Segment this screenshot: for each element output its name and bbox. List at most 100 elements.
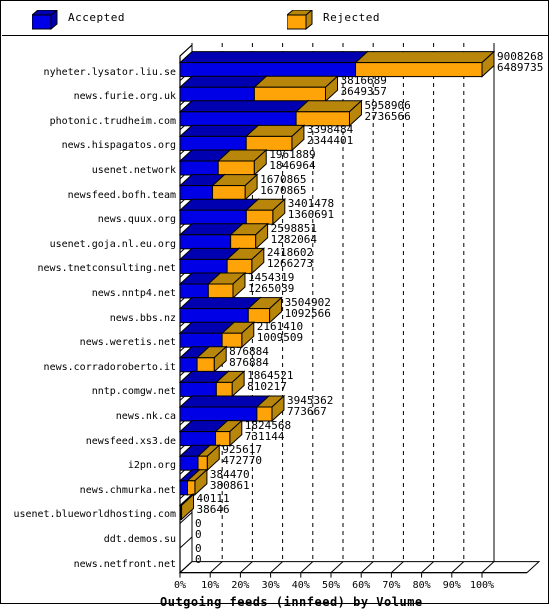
y-axis-label: newsfeed.xs3.de xyxy=(85,435,176,447)
bar-rejected-13-front xyxy=(215,381,233,397)
bar-accepted-2-front xyxy=(179,111,297,127)
value-rejected: 1265039 xyxy=(247,282,295,295)
value-rejected: 773667 xyxy=(286,405,327,418)
x-axis-title: Outgoing feeds (innfeed) by Volume xyxy=(160,594,423,609)
bar-value-label: 1961889 1846964 xyxy=(269,149,315,171)
bar-accepted-3-front xyxy=(179,135,247,151)
y-axis-label: i2pn.org xyxy=(127,460,176,472)
bar-accepted-7-front xyxy=(179,234,232,250)
bar-accepted-16-front xyxy=(179,455,199,471)
bar-rejected-0-top xyxy=(354,51,496,64)
bar-rejected-6-front xyxy=(245,209,274,225)
bar-value-label: 1454319 1265039 xyxy=(248,272,294,294)
value-rejected: 472770 xyxy=(222,454,262,468)
bar-rejected-1-top xyxy=(253,75,339,88)
value-rejected: 876884 xyxy=(229,355,269,369)
y-axis-label: news.corradoroberto.it xyxy=(43,361,176,373)
bar-value-label: 925617 472770 xyxy=(222,444,262,466)
bar-accepted-6-front xyxy=(179,209,247,225)
y-axis-label: news.bbs.nz xyxy=(109,312,176,324)
bar-value-label: 1864521 810217 xyxy=(247,370,293,392)
bar-value-label: 1670865 1670865 xyxy=(260,174,306,196)
bar-value-label: 2418602 1266273 xyxy=(267,247,313,269)
y-axis-label: nyheter.lysator.liu.se xyxy=(43,66,176,78)
y-axis-label: news.netfront.net xyxy=(73,558,176,570)
bar-value-label: 3398484 2344401 xyxy=(307,124,353,146)
bar-value-label: 384470 380861 xyxy=(210,469,250,491)
bar-value-label: 876884 876884 xyxy=(229,346,269,368)
cube-icon xyxy=(32,10,58,30)
bar-rejected-17-front xyxy=(186,480,196,496)
y-axis-label: news.furie.org.uk xyxy=(73,91,176,103)
bar-rejected-1-front xyxy=(253,86,327,102)
bar-accepted-1-front xyxy=(179,86,255,102)
value-rejected: 0 xyxy=(195,552,202,566)
y-axis-label: news.weretis.net xyxy=(79,337,176,349)
bar-value-label: 2598851 1282064 xyxy=(271,223,317,245)
y-axis-label: nntp.comgw.net xyxy=(91,386,176,398)
y-axis-label: news.tnetconsulting.net xyxy=(37,263,176,275)
value-rejected: 0 xyxy=(195,528,202,541)
value-rejected: 1670865 xyxy=(260,183,307,197)
y-axis-label: news.hispagatos.org xyxy=(61,140,176,152)
bar-accepted-9-front xyxy=(179,283,209,299)
bar-accepted-10-front xyxy=(179,308,249,324)
value-rejected: 380861 xyxy=(209,478,250,492)
value-rejected: 2736566 xyxy=(364,109,411,123)
bar-rejected-4-front xyxy=(217,160,255,176)
y-axis-label: news.nntp4.net xyxy=(91,288,176,299)
chart-legend: Accepted Rejected xyxy=(2,2,549,36)
legend-label-rejected: Rejected xyxy=(323,11,380,24)
bar-accepted-13-front xyxy=(179,381,217,397)
bar-accepted-6-top xyxy=(178,198,260,211)
bar-accepted-8-front xyxy=(179,258,228,274)
bar-accepted-15-front xyxy=(179,431,217,447)
bar-value-label: 3816689 3649357 xyxy=(341,75,387,97)
y-axis-label: newsfeed.bofh.team xyxy=(67,189,176,201)
bar-value-label: 1824568 731144 xyxy=(245,420,291,442)
value-rejected: 731144 xyxy=(244,429,285,443)
legend-label-accepted: Accepted xyxy=(68,11,125,24)
value-rejected: 810217 xyxy=(247,380,287,394)
value-rejected: 6489735 xyxy=(497,60,544,74)
value-rejected: 1092566 xyxy=(284,306,331,320)
bar-accepted-14-top xyxy=(178,395,271,408)
bar-accepted-0-top xyxy=(178,51,369,64)
bar-value-label: 3945362 773667 xyxy=(287,395,333,417)
bar-accepted-0-front xyxy=(179,62,357,78)
value-rejected: 1846964 xyxy=(269,159,316,172)
value-rejected: 1266273 xyxy=(266,257,314,271)
y-axis-label: usenet.goja.nl.eu.org xyxy=(49,238,176,250)
bar-value-label: 9008268 6489735 xyxy=(497,51,543,73)
bar-accepted-5-front xyxy=(179,185,214,201)
y-axis-label: news.nk.ca xyxy=(115,411,176,422)
value-rejected: 1360691 xyxy=(287,208,335,222)
bar-value-label: 5958906 2736566 xyxy=(364,100,410,122)
bar-accepted-2-top xyxy=(178,100,310,113)
bar-accepted-17-front xyxy=(179,480,188,496)
bar-rejected-5-front xyxy=(212,185,246,201)
cube-icon xyxy=(287,10,313,30)
bar-accepted-3-top xyxy=(178,124,260,137)
y-axis-label: news.chmurka.net xyxy=(79,484,176,496)
bar-accepted-10-top xyxy=(178,297,262,310)
bar-value-label: 3504902 1092566 xyxy=(285,297,331,319)
value-rejected: 2344401 xyxy=(306,134,354,148)
bar-accepted-11-front xyxy=(179,332,223,348)
bar-value-label: 3401478 1360691 xyxy=(288,198,334,220)
bar-accepted-12-front xyxy=(179,357,198,373)
bar-value-label: 40111 38646 xyxy=(197,493,230,515)
y-axis-label: usenet.network xyxy=(91,165,176,176)
value-rejected: 3649357 xyxy=(340,85,387,99)
bar-rejected-7-front xyxy=(230,234,257,250)
bar-value-label: 00 xyxy=(195,543,202,565)
x-axis-floor xyxy=(178,561,541,574)
y-axis-label: photonic.trudheim.com xyxy=(49,115,176,127)
bar-accepted-1-top xyxy=(178,75,268,88)
bar-value-label: 00 xyxy=(195,518,202,540)
value-rejected: 1282064 xyxy=(270,232,317,246)
y-axis-label: news.quux.org xyxy=(97,214,176,226)
bar-rejected-9-front xyxy=(207,283,234,299)
bar-rejected-18-front xyxy=(180,504,183,520)
y-axis-label: ddt.demos.su xyxy=(103,534,176,545)
